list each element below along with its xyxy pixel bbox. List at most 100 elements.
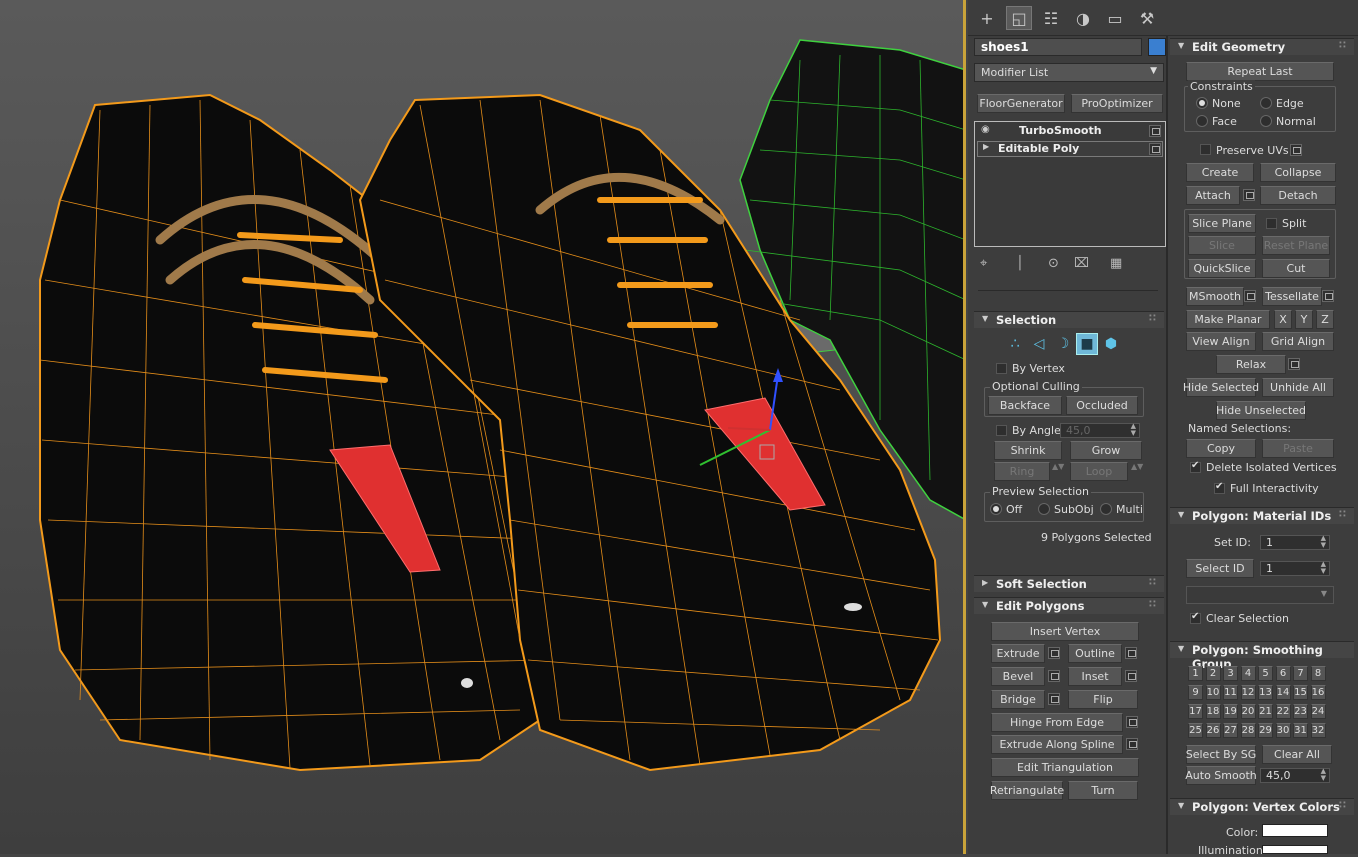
bevel-settings-icon[interactable]	[1048, 670, 1060, 682]
preview-subobj-radio[interactable]	[1038, 503, 1050, 515]
prooptimizer-button[interactable]: ProOptimizer	[1071, 94, 1163, 113]
stack-item-turbosmooth[interactable]: ◉ TurboSmooth	[977, 124, 1163, 140]
constraint-none-radio[interactable]	[1196, 97, 1208, 109]
edit-triangulation-button[interactable]: Edit Triangulation	[991, 758, 1139, 777]
smoothing-group-button[interactable]: 13	[1258, 685, 1273, 700]
spinner-arrows-icon[interactable]: ▲ ▼	[1321, 535, 1326, 549]
set-id-spinner[interactable]: 1 ▲ ▼	[1260, 535, 1330, 550]
smoothing-group-button[interactable]: 28	[1240, 723, 1256, 738]
hide-unselected-button[interactable]: Hide Unselected	[1216, 401, 1306, 420]
smoothing-group-button[interactable]: 9	[1188, 685, 1203, 700]
smoothing-group-button[interactable]: 31	[1293, 723, 1308, 738]
smoothing-groups-rollout-header[interactable]: ▼ Polygon: Smoothing Group	[1170, 641, 1354, 671]
smoothing-group-button[interactable]: 21	[1258, 704, 1273, 719]
smoothing-group-button[interactable]: 17	[1188, 704, 1203, 719]
stack-item-editable-poly[interactable]: ▶ Editable Poly	[977, 141, 1163, 157]
shrink-button[interactable]: Shrink	[994, 441, 1062, 460]
object-color-swatch[interactable]	[1148, 38, 1166, 56]
inset-button[interactable]: Inset	[1068, 667, 1122, 686]
polygon-mode-icon[interactable]: ■	[1076, 333, 1098, 355]
vertex-mode-icon[interactable]: ∴	[1004, 333, 1026, 355]
preview-off-radio[interactable]	[990, 503, 1002, 515]
modifier-list-dropdown[interactable]: Modifier List ▼	[974, 63, 1164, 82]
unhide-all-button[interactable]: Unhide All	[1262, 378, 1334, 397]
tessellate-settings-icon[interactable]	[1322, 290, 1334, 302]
bridge-button[interactable]: Bridge	[991, 690, 1045, 709]
vertex-colors-rollout-header[interactable]: ▼ Polygon: Vertex Colors ∷	[1170, 798, 1354, 815]
stack-item-toggle[interactable]	[1149, 143, 1161, 155]
smoothing-group-button[interactable]: 24	[1310, 704, 1326, 719]
extrude-along-spline-button[interactable]: Extrude Along Spline	[991, 735, 1123, 754]
make-planar-button[interactable]: Make Planar	[1186, 310, 1270, 329]
utilities-tab-wrench-icon[interactable]: ⚒	[1134, 6, 1160, 30]
auto-smooth-spinner[interactable]: 45,0 ▲ ▼	[1260, 768, 1330, 783]
drag-handle-icon[interactable]: ∷	[1339, 40, 1346, 51]
hinge-from-edge-button[interactable]: Hinge From Edge	[991, 713, 1123, 732]
attach-button[interactable]: Attach	[1186, 186, 1240, 205]
slice-button[interactable]: Slice	[1188, 236, 1256, 255]
stack-item-toggle[interactable]	[1149, 125, 1161, 137]
slice-plane-button[interactable]: Slice Plane	[1188, 214, 1256, 233]
collapse-button[interactable]: Collapse	[1260, 163, 1336, 182]
clear-all-button[interactable]: Clear All	[1262, 745, 1332, 764]
outline-settings-icon[interactable]	[1125, 647, 1137, 659]
bevel-button[interactable]: Bevel	[991, 667, 1045, 686]
relax-button[interactable]: Relax	[1216, 355, 1286, 374]
smoothing-group-button[interactable]: 8	[1310, 666, 1326, 681]
split-checkbox[interactable]	[1266, 218, 1277, 229]
drag-handle-icon[interactable]: ∷	[1339, 509, 1346, 520]
smoothing-group-button[interactable]: 12	[1240, 685, 1256, 700]
smoothing-group-button[interactable]: 2	[1205, 666, 1221, 681]
insert-vertex-button[interactable]: Insert Vertex	[991, 622, 1139, 641]
motion-tab-icon[interactable]: ◑	[1070, 6, 1096, 30]
ring-spinner-icon[interactable]: ▲▼	[1052, 462, 1064, 471]
grid-align-button[interactable]: Grid Align	[1262, 332, 1334, 351]
smoothing-group-button[interactable]: 7	[1293, 666, 1308, 681]
create-tab-plus-icon[interactable]: +	[974, 6, 1000, 30]
grow-button[interactable]: Grow	[1070, 441, 1142, 460]
select-by-sg-button[interactable]: Select By SG	[1186, 745, 1256, 764]
full-interactivity-checkbox[interactable]	[1214, 481, 1225, 494]
paste-button[interactable]: Paste	[1262, 439, 1334, 458]
hide-selected-button[interactable]: Hide Selected	[1183, 378, 1259, 397]
drag-handle-icon[interactable]: ∷	[1149, 599, 1156, 610]
illumination-color-swatch[interactable]	[1262, 845, 1328, 854]
smoothing-group-button[interactable]: 5	[1258, 666, 1273, 681]
inset-settings-icon[interactable]	[1125, 670, 1137, 682]
reset-plane-button[interactable]: Reset Plane	[1262, 236, 1330, 255]
by-vertex-checkbox[interactable]	[996, 363, 1007, 374]
backface-button[interactable]: Backface	[988, 396, 1062, 415]
configure-modifier-sets-icon[interactable]: ▦	[1110, 256, 1122, 271]
hierarchy-tab-icon[interactable]: ☷	[1038, 6, 1064, 30]
smoothing-group-button[interactable]: 1	[1188, 666, 1203, 681]
preview-multi-radio[interactable]	[1100, 503, 1112, 515]
view-align-button[interactable]: View Align	[1186, 332, 1256, 351]
smoothing-group-button[interactable]: 23	[1293, 704, 1308, 719]
hinge-settings-icon[interactable]	[1126, 716, 1138, 728]
remove-modifier-trash-icon[interactable]: ⌧	[1074, 256, 1089, 271]
selection-rollout-header[interactable]: ▼ Selection ∷	[974, 311, 1164, 328]
smoothing-group-button[interactable]: 20	[1240, 704, 1256, 719]
vertex-color-swatch[interactable]	[1262, 824, 1328, 837]
expand-triangle-icon[interactable]: ▶	[983, 142, 989, 151]
extrude-button[interactable]: Extrude	[991, 644, 1045, 663]
smoothing-group-button[interactable]: 25	[1188, 723, 1203, 738]
outline-button[interactable]: Outline	[1068, 644, 1122, 663]
msmooth-button[interactable]: MSmooth	[1186, 287, 1244, 306]
repeat-last-button[interactable]: Repeat Last	[1186, 62, 1334, 81]
pin-stack-icon[interactable]: ⌖	[980, 256, 987, 271]
smoothing-group-button[interactable]: 16	[1310, 685, 1326, 700]
element-mode-cube-icon[interactable]: ⬢	[1100, 333, 1122, 355]
extrude-settings-icon[interactable]	[1048, 647, 1060, 659]
copy-button[interactable]: Copy	[1186, 439, 1256, 458]
smoothing-group-button[interactable]: 32	[1310, 723, 1326, 738]
msmooth-settings-icon[interactable]	[1244, 290, 1256, 302]
attach-list-icon[interactable]	[1243, 189, 1255, 201]
smoothing-group-button[interactable]: 4	[1240, 666, 1256, 681]
delete-isolated-vertices-checkbox[interactable]	[1190, 460, 1201, 473]
edit-geometry-rollout-header[interactable]: ▼ Edit Geometry ∷	[1170, 38, 1354, 55]
smoothing-group-button[interactable]: 10	[1205, 685, 1221, 700]
select-id-spinner[interactable]: 1 ▲ ▼	[1260, 561, 1330, 576]
drag-handle-icon[interactable]: ∷	[1149, 313, 1156, 324]
eye-icon[interactable]: ◉	[981, 124, 990, 135]
